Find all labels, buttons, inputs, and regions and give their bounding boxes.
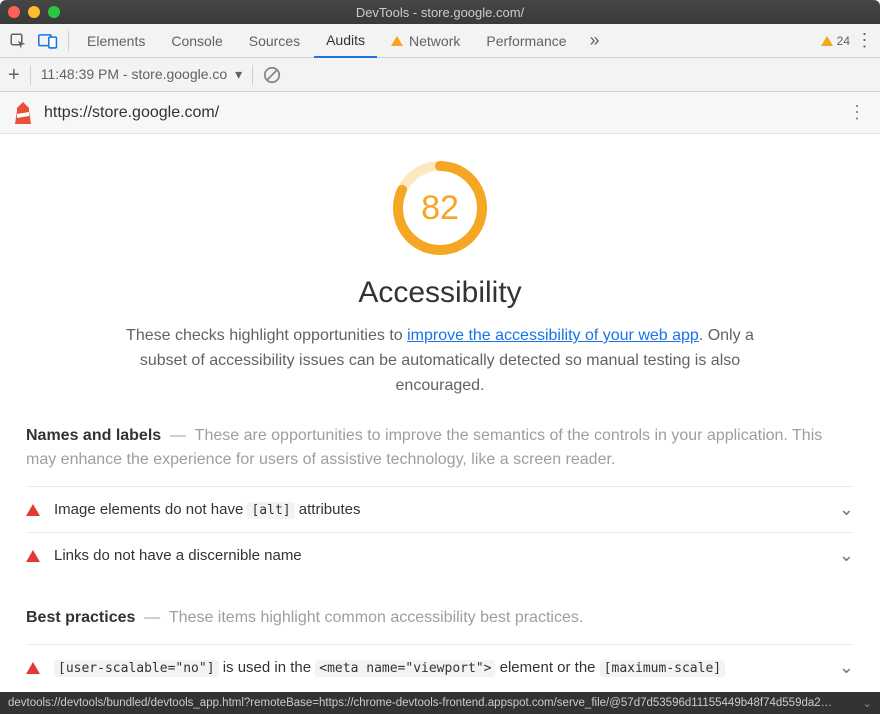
traffic-lights xyxy=(8,6,60,18)
tab-elements[interactable]: Elements xyxy=(75,24,157,58)
audit-title: Image elements do not have [alt] attribu… xyxy=(54,501,360,518)
report-url: https://store.google.com/ xyxy=(44,104,219,122)
fail-icon xyxy=(26,662,40,674)
clear-report-button[interactable] xyxy=(263,66,281,84)
section-names-and-labels: Names and labels — These are opportuniti… xyxy=(26,424,854,472)
close-window-button[interactable] xyxy=(8,6,20,18)
accessibility-docs-link[interactable]: improve the accessibility of your web ap… xyxy=(407,327,699,344)
status-bar: devtools://devtools/bundled/devtools_app… xyxy=(0,692,880,714)
window-titlebar: DevTools - store.google.com/ xyxy=(0,0,880,24)
audits-toolbar: + 11:48:39 PM - store.google.co ▾ xyxy=(0,58,880,92)
score-value: 82 xyxy=(390,158,490,258)
score-gauge-wrap: 82 Accessibility xyxy=(26,158,854,310)
window-title: DevTools - store.google.com/ xyxy=(60,5,820,20)
fail-icon xyxy=(26,504,40,516)
audit-title: [user-scalable="no"] is used in the <met… xyxy=(54,659,725,676)
report-url-bar: https://store.google.com/ ⋮ xyxy=(0,92,880,134)
audit-row[interactable]: [user-scalable="no"] is used in the <met… xyxy=(26,644,854,690)
chevron-down-icon[interactable]: ⌄ xyxy=(862,696,872,710)
devtools-menu-button[interactable]: ⋮ xyxy=(852,30,876,51)
more-tabs-button[interactable]: » xyxy=(581,27,609,55)
category-description: These checks highlight opportunities to … xyxy=(110,324,770,398)
category-title: Accessibility xyxy=(358,276,521,310)
warning-count[interactable]: 24 xyxy=(821,34,850,48)
tab-sources[interactable]: Sources xyxy=(237,24,312,58)
warning-icon xyxy=(391,36,403,46)
warning-icon xyxy=(821,36,833,46)
dropdown-icon: ▾ xyxy=(235,66,242,82)
report-selector[interactable]: 11:48:39 PM - store.google.co ▾ xyxy=(41,66,242,83)
section-best-practices: Best practices — These items highlight c… xyxy=(26,606,854,630)
devtools-tabstrip: Elements Console Sources Audits Network … xyxy=(0,24,880,58)
status-text: devtools://devtools/bundled/devtools_app… xyxy=(8,697,832,709)
audit-title: Links do not have a discernible name xyxy=(54,547,302,564)
fail-icon xyxy=(26,550,40,562)
score-gauge: 82 xyxy=(390,158,490,258)
audit-row[interactable]: Links do not have a discernible name ⌄ xyxy=(26,532,854,578)
tab-performance[interactable]: Performance xyxy=(474,24,578,58)
new-audit-button[interactable]: + xyxy=(8,65,20,85)
report-menu-button[interactable]: ⋮ xyxy=(848,102,866,123)
lighthouse-icon xyxy=(14,102,32,124)
chevron-down-icon: ⌄ xyxy=(839,657,854,678)
zoom-window-button[interactable] xyxy=(48,6,60,18)
tab-console[interactable]: Console xyxy=(159,24,234,58)
audit-report: 82 Accessibility These checks highlight … xyxy=(0,134,880,692)
inspect-element-icon[interactable] xyxy=(4,27,32,55)
minimize-window-button[interactable] xyxy=(28,6,40,18)
tab-audits[interactable]: Audits xyxy=(314,24,377,58)
device-toolbar-icon[interactable] xyxy=(34,27,62,55)
tab-network[interactable]: Network xyxy=(379,24,472,58)
chevron-down-icon: ⌄ xyxy=(839,545,854,566)
audit-row[interactable]: Image elements do not have [alt] attribu… xyxy=(26,486,854,532)
chevron-down-icon: ⌄ xyxy=(839,499,854,520)
